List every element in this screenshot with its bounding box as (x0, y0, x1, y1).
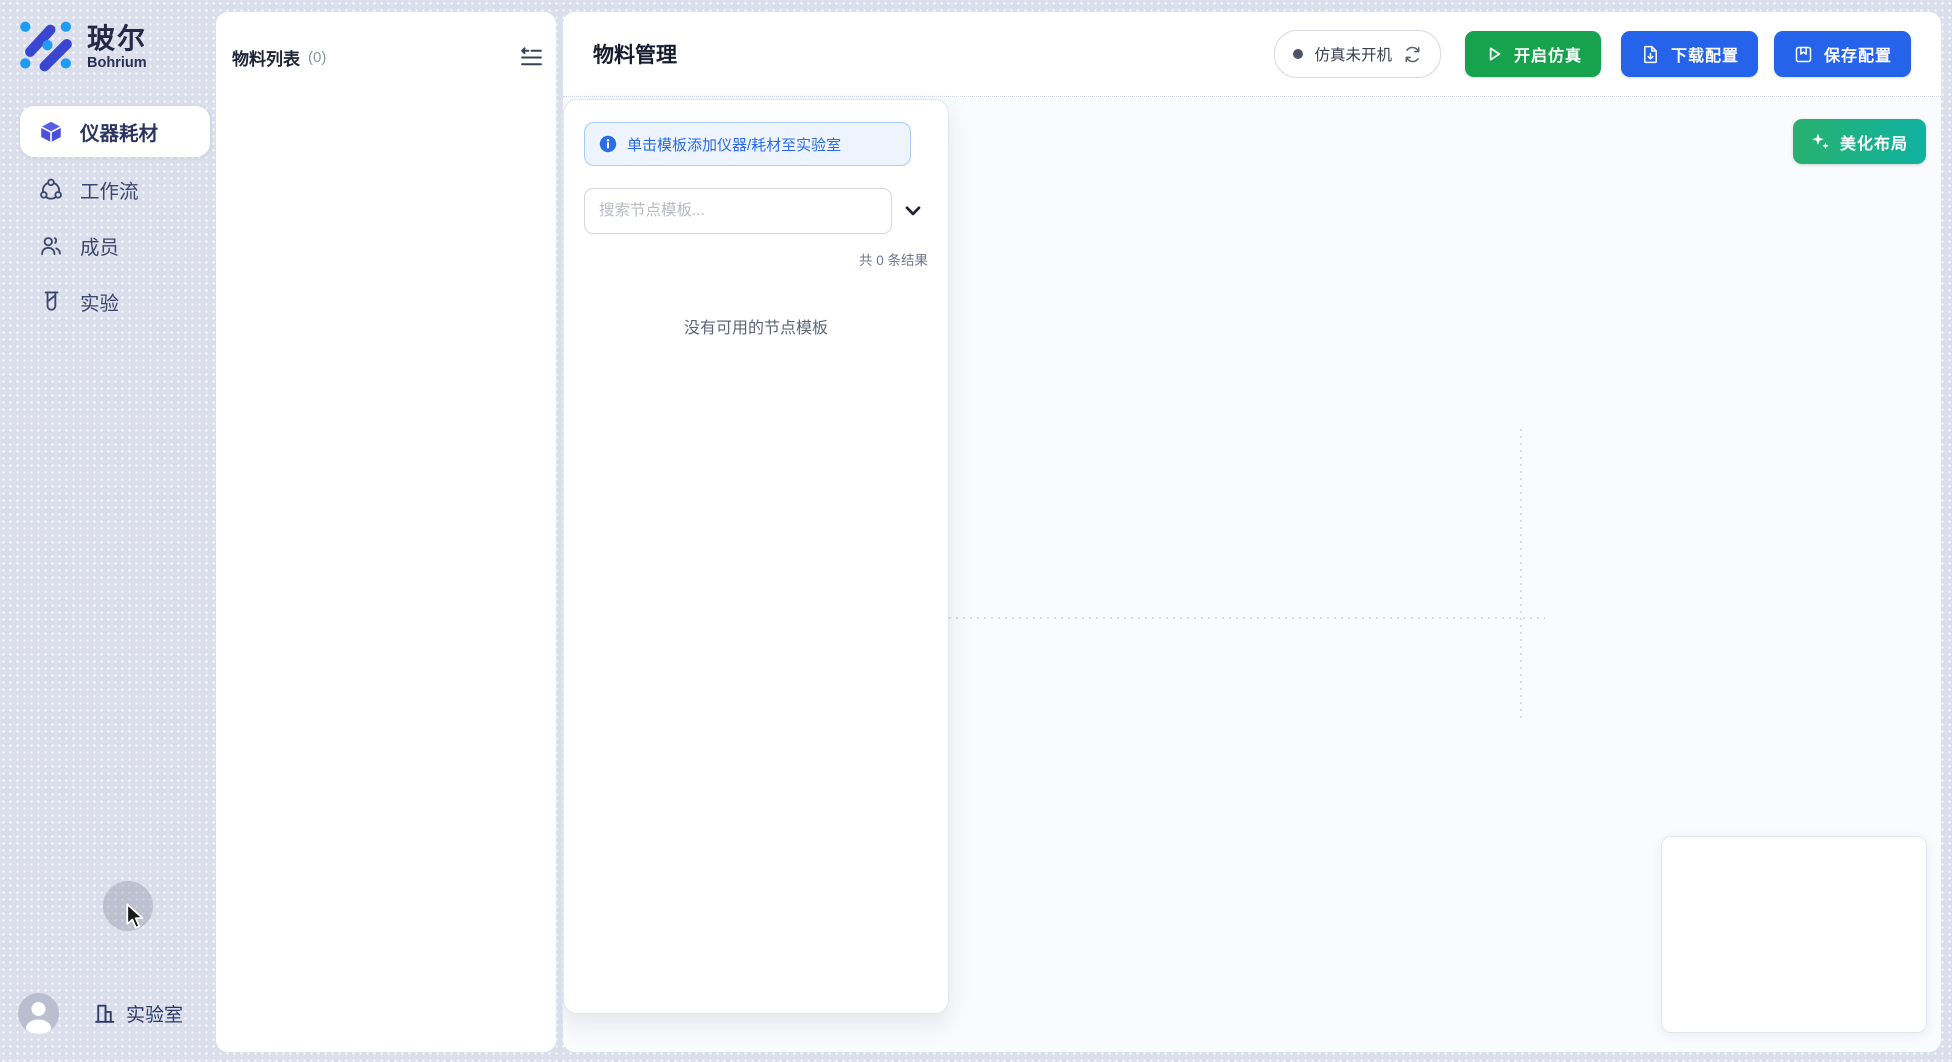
file-download-icon (1640, 44, 1661, 65)
collapse-panel-button[interactable] (516, 42, 546, 72)
sidebar-item-instruments[interactable]: 仪器耗材 (20, 106, 210, 157)
cube-icon (38, 119, 64, 145)
material-list-count: (0) (308, 49, 326, 66)
sidebar-item-label: 工作流 (80, 175, 139, 204)
canvas-guide-horizontal (949, 617, 1545, 619)
info-icon (599, 135, 617, 153)
download-config-label: 下载配置 (1671, 42, 1739, 66)
app-window: 玻尔 Bohrium 仪器耗材 (0, 0, 1952, 1062)
sidebar-item-label: 仪器耗材 (80, 117, 158, 146)
template-hint-banner: 单击模板添加仪器/耗材至实验室 (584, 122, 911, 166)
canvas-guide-vertical (1520, 429, 1522, 719)
template-hint-text: 单击模板添加仪器/耗材至实验室 (627, 134, 841, 155)
members-icon (38, 233, 64, 259)
material-list-panel: 物料列表 (0) (216, 12, 556, 1052)
save-config-button[interactable]: 保存配置 (1774, 31, 1911, 77)
save-icon (1793, 44, 1814, 65)
save-config-label: 保存配置 (1824, 42, 1892, 66)
brand-logo: 玻尔 Bohrium (18, 20, 147, 75)
sidebar-item-lab[interactable]: 实验室 (92, 1000, 183, 1027)
sidebar-item-label: 成员 (80, 231, 119, 260)
simulation-status-label: 仿真未开机 (1314, 43, 1392, 65)
bohrium-logo-icon (18, 20, 77, 75)
lab-label: 实验室 (126, 1000, 183, 1027)
brand-subtitle: Bohrium (87, 56, 147, 71)
sidebar-item-workflow[interactable]: 工作流 (20, 164, 210, 215)
user-avatar[interactable] (18, 993, 59, 1034)
sidebar-item-experiments[interactable]: 实验 (20, 276, 210, 327)
template-search-input[interactable] (584, 188, 892, 234)
simulation-status-pill[interactable]: 仿真未开机 (1274, 30, 1441, 78)
beautify-layout-button[interactable]: 美化布局 (1793, 119, 1926, 164)
main-header: 物料管理 仿真未开机 (563, 12, 1941, 97)
material-list-header: 物料列表 (0) (232, 42, 546, 72)
play-icon (1484, 44, 1504, 64)
chevron-down-icon[interactable] (901, 199, 925, 223)
workflow-icon (38, 177, 64, 203)
refresh-icon[interactable] (1403, 45, 1422, 64)
start-simulation-label: 开启仿真 (1514, 42, 1582, 66)
beautify-layout-label: 美化布局 (1840, 130, 1908, 154)
status-dot-icon (1293, 49, 1303, 59)
minimap[interactable] (1661, 836, 1927, 1033)
material-list-title: 物料列表 (232, 45, 300, 70)
test-tube-icon (38, 289, 64, 315)
node-template-panel: 单击模板添加仪器/耗材至实验室 共 0 条结果 没有可用的节点模板 (563, 99, 949, 1014)
template-result-count: 共 0 条结果 (859, 249, 928, 269)
main-panel: 物料管理 仿真未开机 (563, 12, 1941, 1052)
building-icon (92, 1001, 117, 1026)
template-empty-text: 没有可用的节点模板 (564, 314, 948, 338)
sidebar-footer: 实验室 (18, 993, 183, 1034)
start-simulation-button[interactable]: 开启仿真 (1465, 31, 1601, 77)
page-title: 物料管理 (593, 39, 677, 69)
sidebar-item-members[interactable]: 成员 (20, 220, 210, 271)
sparkles-icon (1811, 132, 1831, 152)
brand-name: 玻尔 (87, 24, 147, 53)
flow-canvas[interactable]: 美化布局 单击模板添加仪器/耗材至实验室 (563, 98, 1941, 1052)
sidebar: 玻尔 Bohrium 仪器耗材 (0, 0, 217, 1062)
sidebar-item-label: 实验 (80, 287, 119, 316)
download-config-button[interactable]: 下载配置 (1621, 31, 1758, 77)
